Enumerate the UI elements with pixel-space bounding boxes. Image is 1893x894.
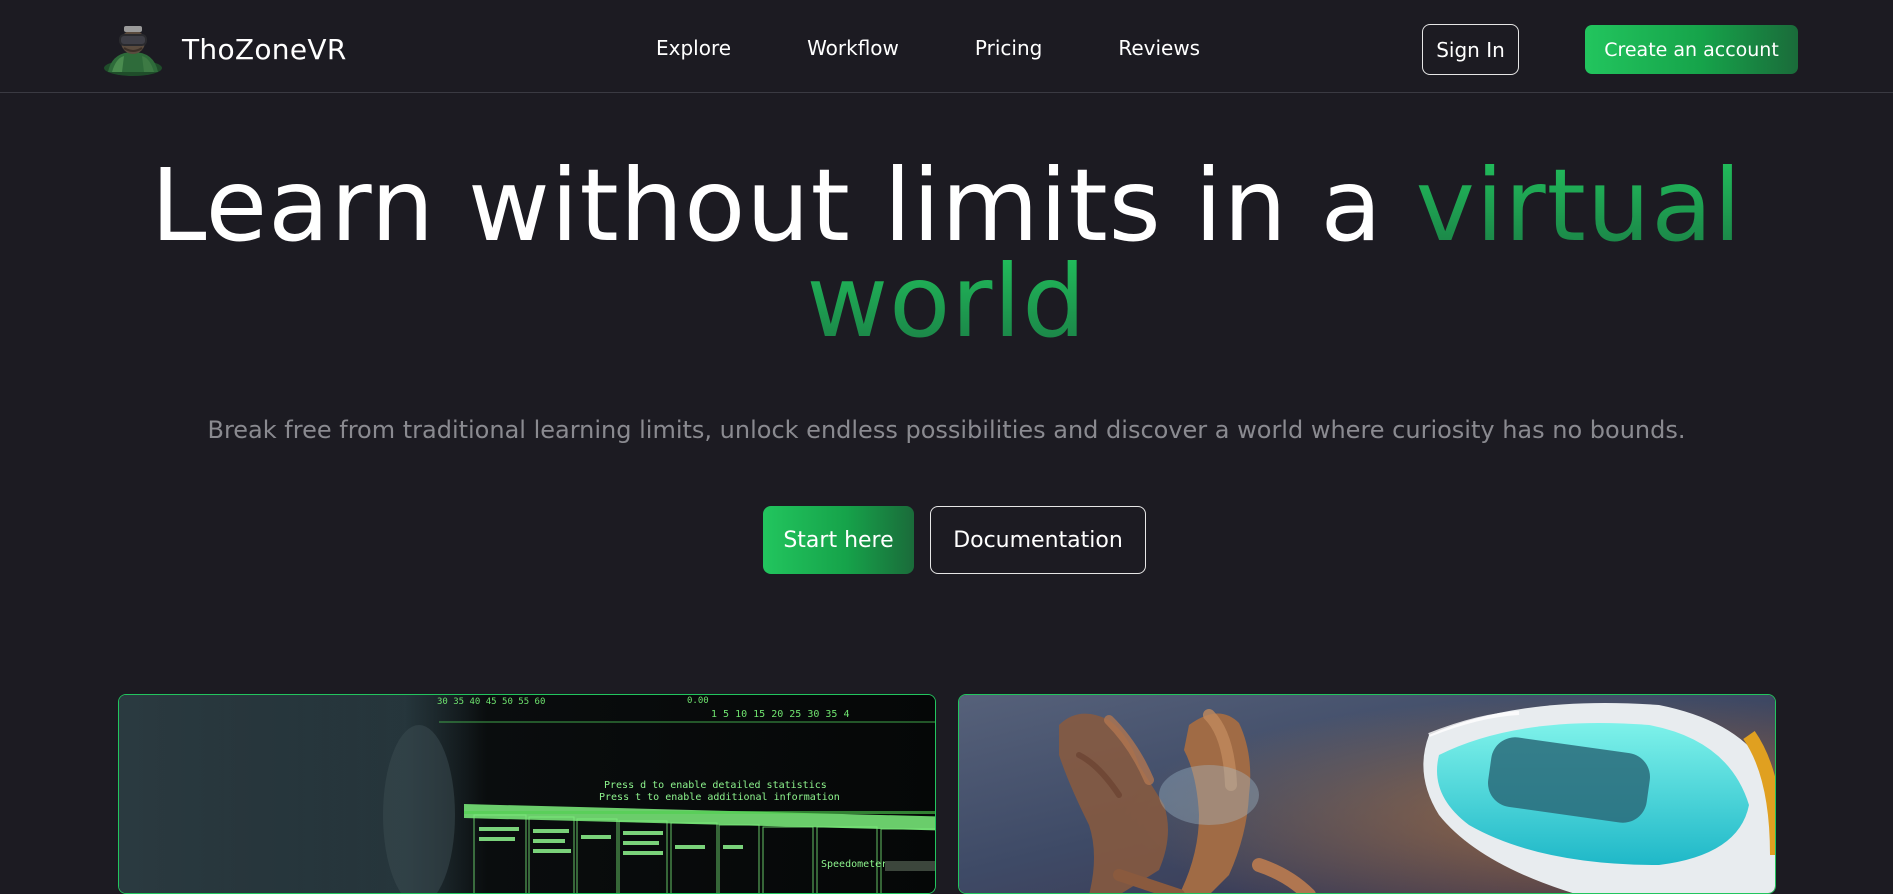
hero-actions: Start here Documentation <box>763 506 1146 574</box>
terminal-line-1: Press d to enable detailed statistics <box>604 780 827 791</box>
hero-title-green-2: world <box>806 243 1087 360</box>
vr-headset-photo <box>959 695 1775 893</box>
nav-reviews-link[interactable]: Reviews <box>1118 36 1200 60</box>
create-account-button[interactable]: Create an account <box>1585 25 1798 74</box>
vr-avatar-logo-icon[interactable] <box>102 22 164 76</box>
brand[interactable]: ThoZoneVR <box>102 22 347 76</box>
vr-headset-image-card <box>958 694 1776 894</box>
terminal-image-card: 30 35 40 45 50 55 60 0.00 1 5 10 15 20 2… <box>118 694 936 894</box>
start-here-button[interactable]: Start here <box>763 506 914 574</box>
nav-workflow-link[interactable]: Workflow <box>807 36 899 60</box>
hero-title-white: Learn without limits in a <box>150 147 1383 264</box>
hero-title-green-1: virtual <box>1415 147 1743 264</box>
documentation-button[interactable]: Documentation <box>930 506 1146 574</box>
brand-name[interactable]: ThoZoneVR <box>182 33 347 66</box>
nav-pricing-link[interactable]: Pricing <box>975 36 1042 60</box>
hero-title: Learn without limits in a virtual world <box>0 156 1893 352</box>
terminal-screen-image: 30 35 40 45 50 55 60 0.00 1 5 10 15 20 2… <box>119 695 935 893</box>
hero-subtitle: Break free from traditional learning lim… <box>207 416 1686 444</box>
terminal-speedometer-label: Speedometer <box>821 859 887 870</box>
terminal-scale-right: 1 5 10 15 20 25 30 35 4 <box>711 709 849 720</box>
terminal-scale-left: 30 35 40 45 50 55 60 <box>437 697 545 707</box>
terminal-line-2: Press t to enable additional information <box>599 792 840 803</box>
main-nav: Explore Workflow Pricing Reviews <box>656 36 1200 60</box>
sign-in-button[interactable]: Sign In <box>1422 24 1519 75</box>
nav-explore-link[interactable]: Explore <box>656 36 731 60</box>
top-navbar: ThoZoneVR Explore Workflow Pricing Revie… <box>0 0 1893 93</box>
terminal-scale-value: 0.00 <box>687 696 709 706</box>
